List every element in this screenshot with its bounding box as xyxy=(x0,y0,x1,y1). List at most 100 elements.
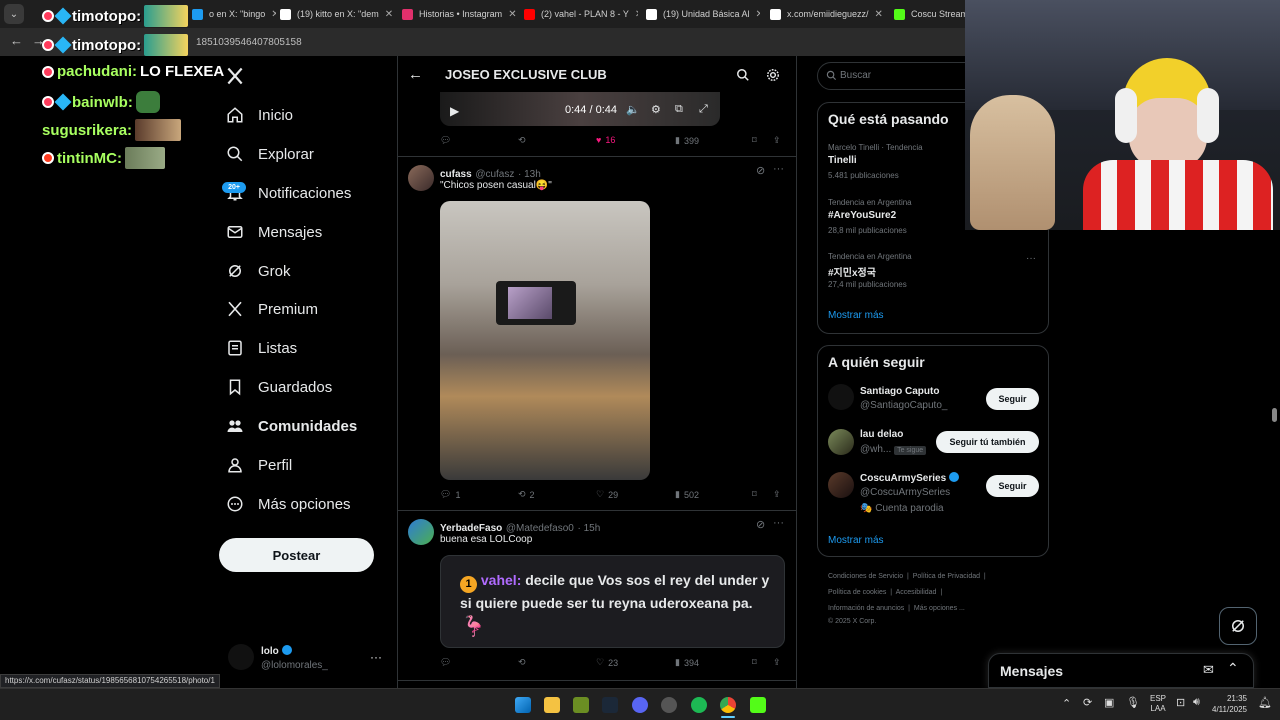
retweet-icon[interactable]: ⟲ xyxy=(518,657,526,668)
retweet-icon[interactable]: ⟲ xyxy=(518,135,526,146)
microphone-icon[interactable]: 🎙︎ xyxy=(1126,696,1140,709)
account-name[interactable]: lolo xyxy=(261,645,292,657)
like-button[interactable]: ♡ 23 xyxy=(596,657,618,668)
nav-comunidades[interactable]: Comunidades xyxy=(226,417,357,435)
discord-icon[interactable] xyxy=(632,697,648,713)
gear-icon[interactable] xyxy=(766,68,780,82)
tab-1[interactable]: o en X: "bingo ✕ xyxy=(186,2,276,26)
like-button[interactable]: ♡ 29 xyxy=(596,489,618,500)
retweet-button[interactable]: ⟲ 2 xyxy=(518,489,535,500)
spotify-icon[interactable] xyxy=(691,697,707,713)
share-icon[interactable]: ⇪ xyxy=(773,657,781,668)
close-icon[interactable]: ✕ xyxy=(635,9,638,20)
nav-perfil[interactable]: Perfil xyxy=(226,456,292,474)
tab-5[interactable]: (19) Unidad Básica Al ✕ xyxy=(640,2,760,26)
nav-mas-opciones[interactable]: Más opciones xyxy=(226,495,351,513)
share-icon[interactable]: ⇪ xyxy=(773,489,781,500)
grok-float-button[interactable] xyxy=(1219,607,1257,645)
tweet-embedded-image[interactable]: 1 vahel: decile que Vos sos el rey del u… xyxy=(440,555,785,648)
footer-link[interactable]: Más opciones ... xyxy=(914,605,965,612)
tweet-avatar[interactable] xyxy=(408,165,434,191)
tab-2[interactable]: (19) kitto en X: "dem ✕ xyxy=(274,2,394,26)
notification-bell-icon[interactable]: 🔔︎ xyxy=(1258,696,1272,709)
close-icon[interactable]: ✕ xyxy=(385,9,393,20)
nav-explorar[interactable]: Explorar xyxy=(226,145,314,163)
follow-avatar[interactable] xyxy=(828,429,854,455)
nav-listas[interactable]: Listas xyxy=(226,339,297,357)
fullscreen-icon[interactable]: ⤢ xyxy=(699,103,708,116)
follow-name[interactable]: lau delao xyxy=(860,429,903,440)
post-button[interactable]: Postear xyxy=(219,538,374,572)
trend-name[interactable]: Tinelli xyxy=(828,155,857,166)
x-logo-icon[interactable] xyxy=(225,66,245,86)
like-button[interactable]: ♥ 16 xyxy=(596,135,615,145)
play-icon[interactable]: ▶ xyxy=(450,104,459,118)
more-icon[interactable]: ··· xyxy=(773,163,784,175)
close-icon[interactable]: ✕ xyxy=(756,9,760,20)
views-button[interactable]: ▮ 394 xyxy=(675,657,699,668)
bookmark-icon[interactable]: ⌑ xyxy=(752,489,757,500)
back-arrow-icon[interactable]: ← xyxy=(408,66,423,83)
file-explorer-icon[interactable] xyxy=(544,697,560,713)
tray-chevron-icon[interactable]: ⌃ xyxy=(1062,697,1071,710)
search-icon[interactable] xyxy=(736,68,750,82)
language-indicator[interactable]: ESP LAA xyxy=(1150,694,1166,714)
scrollbar-thumb[interactable] xyxy=(1272,408,1277,422)
clock[interactable]: 21:35 4/11/2025 xyxy=(1212,693,1247,715)
tab-7[interactable]: Coscu Stream - xyxy=(888,2,968,26)
nav-grok[interactable]: Grok xyxy=(226,262,291,280)
tab-list-button[interactable]: ⌄ xyxy=(4,4,24,24)
trend-more-icon[interactable]: ··· xyxy=(1026,253,1036,264)
close-icon[interactable]: ✕ xyxy=(508,9,516,20)
tweet-time[interactable]: · 13h xyxy=(518,169,541,180)
nav-guardados[interactable]: Guardados xyxy=(226,378,332,396)
follow-button[interactable]: Seguir xyxy=(986,475,1039,497)
tweet-author-name[interactable]: cufass xyxy=(440,169,472,180)
grok-icon[interactable]: ⊘ xyxy=(756,518,765,531)
reply-button[interactable]: 💬︎ 1 xyxy=(440,489,460,500)
show-more-trends[interactable]: Mostrar más xyxy=(828,310,884,321)
follow-avatar[interactable] xyxy=(828,472,854,498)
footer-link[interactable]: Accesibilidad xyxy=(896,589,937,596)
network-icon[interactable]: ⊡ xyxy=(1176,696,1185,709)
footer-link[interactable]: Información de anuncios xyxy=(828,605,904,612)
trend-name[interactable]: #AreYouSure2 xyxy=(828,210,896,221)
volume-icon[interactable]: 🔈 xyxy=(626,103,640,116)
bookmark-icon[interactable]: ⌑ xyxy=(752,135,757,146)
follow-name[interactable]: Santiago Caputo xyxy=(860,386,939,397)
bookmark-icon[interactable]: ⌑ xyxy=(752,657,757,668)
app-icon[interactable] xyxy=(573,697,589,713)
tweet-author-handle[interactable]: @cufasz xyxy=(475,169,514,180)
chrome-icon[interactable] xyxy=(720,697,736,713)
follow-button[interactable]: Seguir xyxy=(986,388,1039,410)
footer-link[interactable]: Política de Privacidad xyxy=(913,573,980,580)
new-message-icon[interactable]: ✉ xyxy=(1203,662,1214,678)
app-icon[interactable] xyxy=(661,697,677,713)
views-button[interactable]: ▮ 502 xyxy=(675,489,699,500)
tweet-author-handle[interactable]: @Matedefaso0 xyxy=(506,523,574,534)
tweet-author-name[interactable]: YerbadeFaso xyxy=(440,523,502,534)
tray-icon[interactable]: ⟳ xyxy=(1083,696,1092,709)
back-arrow-icon[interactable]: ← xyxy=(10,33,23,48)
tab-3[interactable]: Historias • Instagram ✕ xyxy=(396,2,516,26)
follow-back-button[interactable]: Seguir tú también xyxy=(936,431,1039,453)
close-icon[interactable]: ✕ xyxy=(875,9,883,20)
follow-avatar[interactable] xyxy=(828,384,854,410)
show-more-follow[interactable]: Mostrar más xyxy=(828,535,884,546)
tab-4[interactable]: (2) vahel - PLAN 8 - Y ✕ xyxy=(518,2,638,26)
trend-name[interactable]: #지민x정국 xyxy=(828,264,876,279)
nav-inicio[interactable]: Inicio xyxy=(226,106,293,124)
account-avatar[interactable] xyxy=(228,644,254,670)
views-button[interactable]: ▮ 399 xyxy=(675,135,699,146)
follow-name-row[interactable]: CoscuArmySeries xyxy=(860,472,959,484)
steam-icon[interactable] xyxy=(602,697,618,713)
kick-icon[interactable] xyxy=(750,697,766,713)
tweet-photo[interactable] xyxy=(440,201,650,480)
grok-icon[interactable]: ⊘ xyxy=(756,164,765,177)
tray-icon[interactable]: ▣ xyxy=(1104,696,1114,709)
tweet-avatar[interactable] xyxy=(408,519,434,545)
account-more-icon[interactable]: ··· xyxy=(370,650,382,664)
windows-start-icon[interactable] xyxy=(515,697,531,713)
reply-icon[interactable]: 💬︎ xyxy=(440,657,451,668)
share-icon[interactable]: ⇪ xyxy=(773,135,781,146)
